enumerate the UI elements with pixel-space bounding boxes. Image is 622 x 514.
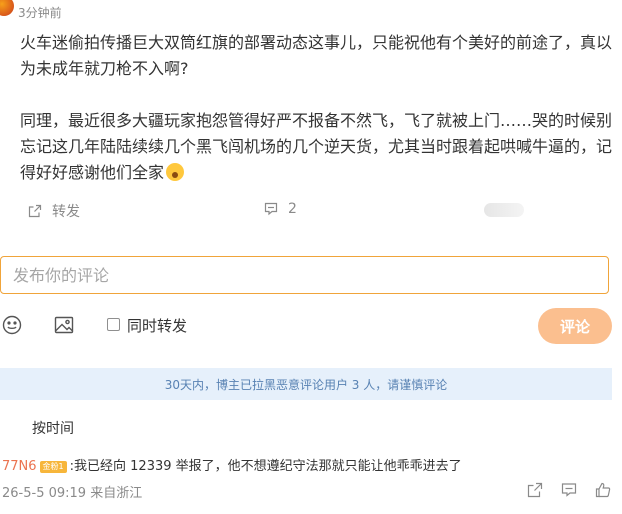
reply-username[interactable]: 77N6 [2,459,37,474]
comment-icon [264,202,278,216]
reply-repost-icon[interactable] [527,482,543,498]
blacklist-notice: 30天内，博主已拉黑恶意评论用户 3 人，请谨慎评论 [0,368,612,400]
post-paragraph-text: 同理，最近很多大疆玩家抱怨管得好严不报备不然飞，飞了就被上门……哭的时候别忘记这… [20,111,613,182]
post-timestamp: 3分钟前 [18,6,62,20]
sort-by-time-tab[interactable]: 按时间 [32,418,74,438]
repost-button[interactable]: 转发 [28,201,80,221]
sync-repost-label: 同时转发 [127,317,188,335]
comment-count: 2 [288,201,297,217]
emoji-icon[interactable] [2,315,22,335]
image-icon[interactable] [54,315,74,335]
scared-emoji-icon [166,163,185,181]
post-paragraph: 火车迷偷拍传播巨大双筒红旗的部署动态这事儿，只能祝他有个美好的前途了，真以为未成… [20,33,613,78]
comment-input[interactable] [0,256,609,294]
reply-actions [527,482,611,498]
reply-text: :我已经向 12339 举报了，他不想遵纪守法那就只能让他乖乖进去了 [69,459,462,474]
avatar[interactable] [0,0,14,16]
post-body: 火车迷偷拍传播巨大双筒红旗的部署动态这事儿，只能祝他有个美好的前途了，真以为未成… [20,30,616,186]
comment-button[interactable]: 2 [264,201,297,217]
reply-meta: 26-5-5 09:19 来自浙江 [2,486,143,501]
reply-item: 77N6 金粉1:我已经向 12339 举报了，他不想遵纪守法那就只能让他乖乖进去… [2,455,462,474]
sync-repost-checkbox[interactable] [107,318,120,331]
submit-comment-button[interactable]: 评论 [538,308,612,344]
reply-comment-icon[interactable] [561,482,577,498]
reply-like-icon[interactable] [595,482,611,498]
post-paragraph: 同理，最近很多大疆玩家抱怨管得好严不报备不然飞，飞了就被上门……哭的时候别忘记这… [20,108,616,186]
repost-icon [28,204,42,218]
like-button[interactable] [484,203,524,217]
repost-label: 转发 [52,204,80,220]
fan-badge: 金粉1 [39,461,67,473]
